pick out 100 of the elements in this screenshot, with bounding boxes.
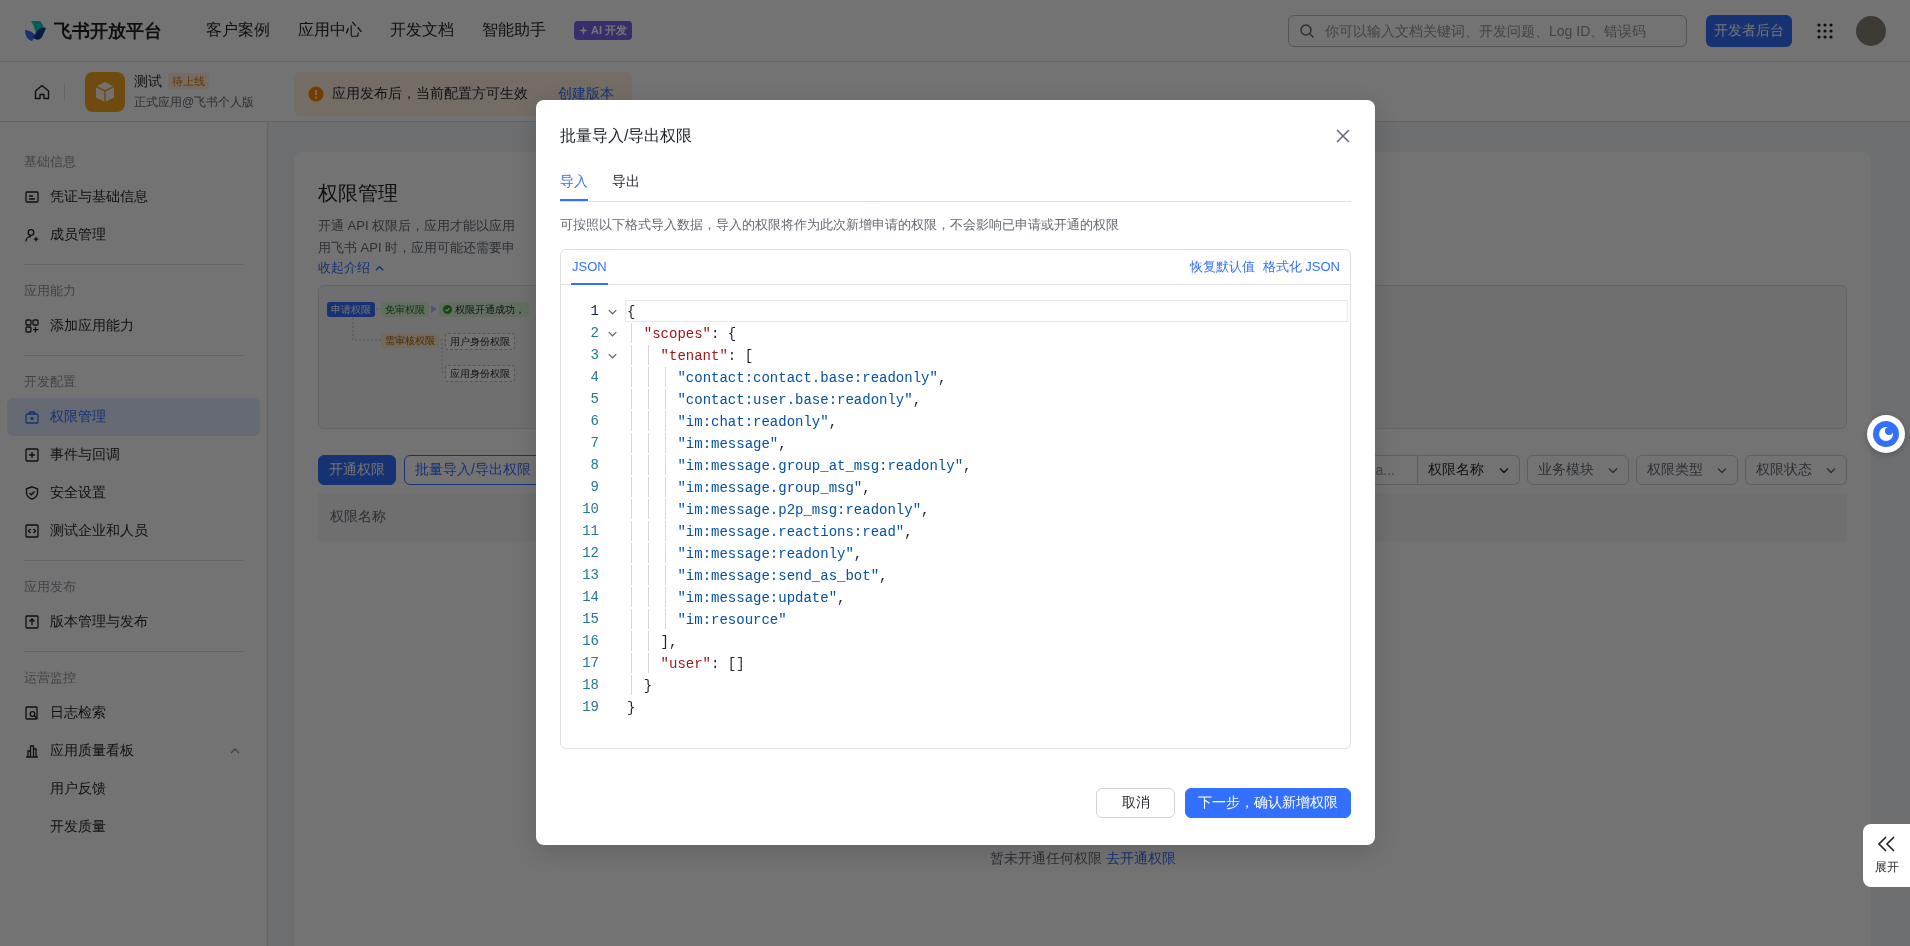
expand-panel-button[interactable]: 展开 [1863,824,1910,887]
code-line: "contact:user.base:readonly", [625,388,1348,410]
upload-icon [24,614,40,630]
log-search-icon [24,705,40,721]
code-editor[interactable] [560,249,1351,749]
sidebar-item[interactable]: 权限管理 [7,398,260,436]
connector-line [352,317,382,341]
apps-grid-icon[interactable] [1816,21,1834,40]
plus-square-icon [24,447,40,463]
filter-dropdown[interactable]: 权限名称 [1418,455,1520,485]
tab[interactable]: 导入 [560,164,588,201]
intro-text: 用飞书 API 时，应用可能还需要申 [318,239,516,257]
sidebar-item[interactable]: 事件与回调 [7,436,260,474]
line-number: 7 [589,434,599,453]
assistant-button[interactable] [1867,415,1905,453]
nav-link[interactable]: 客户案例 [206,20,270,41]
line-number: 16 [581,632,599,651]
line-number: 18 [581,676,599,695]
line-number: 6 [589,412,599,431]
app-name: 测试 [134,72,162,91]
code-line: "user": [] [625,652,1348,674]
grid-add-icon [24,318,40,334]
filter-dropdown[interactable]: 权限状态 [1745,455,1847,485]
code-line: "im:message:send_as_bot", [625,564,1348,586]
avatar[interactable] [1856,15,1886,46]
code-line: "im:resource" [625,608,1348,630]
restore-default-link[interactable]: 恢复默认值 [1189,258,1255,276]
bar-chart-icon [24,743,40,759]
code-line: "contact:contact.base:readonly", [625,366,1348,388]
line-number: 10 [581,500,599,519]
double-chevron-left-icon [1876,835,1897,853]
code-line: "im:message.reactions:read", [625,520,1348,542]
line-number: 17 [581,654,599,673]
code-line: "im:message", [625,432,1348,454]
sidebar-item[interactable]: 开发质量 [7,808,260,846]
sidebar-item[interactable]: 成员管理 [7,216,260,254]
line-number: 9 [589,478,599,497]
cancel-button[interactable]: 取消 [1096,788,1175,818]
auto-node: 免审权限 [381,302,429,317]
home-icon[interactable] [33,82,51,101]
code-line: "im:message.p2p_msg:readonly", [625,498,1348,520]
sidebar-item[interactable]: 应用质量看板 [7,732,260,770]
line-number: 11 [581,522,599,541]
dialog-title: 批量导入/导出权限 [560,125,693,146]
create-version-link[interactable]: 创建版本 [558,85,615,103]
briefcase-icon [24,409,40,425]
search-icon [1299,22,1315,39]
review-node: 需审核权限 [381,333,439,348]
line-number: 5 [589,390,599,409]
user-scope-node: 用户身份权限 [445,333,515,350]
code-line: "im:chat:readonly", [625,410,1348,432]
assistant-icon [1872,420,1900,448]
code-line: "im:message:update", [625,586,1348,608]
line-number: 12 [581,544,599,563]
check-circle-icon [443,305,452,314]
nav-link[interactable]: 开发文档 [390,20,454,41]
nav-link[interactable]: 智能助手 [482,20,546,41]
badge-text: AI 开发 [591,23,628,38]
notice-text: 应用发布后，当前配置方可生效 [332,85,529,103]
box-icon [93,79,117,104]
brand-name: 飞书开放平台 [54,19,162,43]
code-line: } [625,674,1348,696]
tenant-scope-node: 应用身份权限 [445,365,515,382]
success-node: 权限开通成功， [439,302,529,317]
sidebar-item[interactable]: 日志检索 [7,694,260,732]
sparkle-icon [579,26,588,35]
page-title: 权限管理 [318,181,398,206]
app-type: 正式应用@飞书个人版 [134,93,255,111]
sidebar-item[interactable]: 用户反馈 [7,770,260,808]
sidebar-item[interactable]: 测试企业和人员 [7,512,260,550]
request-node: 申请权限 [327,302,375,317]
format-tab[interactable]: JSON [571,250,608,285]
sidebar-item[interactable]: 版本管理与发布 [7,603,260,641]
filter-dropdown[interactable]: 业务模块 [1527,455,1629,485]
sidebar-item[interactable]: 凭证与基础信息 [7,178,260,216]
format-json-link[interactable]: 格式化 JSON [1262,258,1340,276]
warning-icon [308,86,325,102]
column-header: 权限名称 [330,508,386,526]
code-line: "tenant": [ [625,344,1348,366]
filter-dropdown[interactable]: 权限类型 [1636,455,1738,485]
code-line: "scopes": { [625,322,1348,344]
sidebar-item[interactable]: 安全设置 [7,474,260,512]
code-line: ], [625,630,1348,652]
enable-permission-link[interactable]: 去开通权限 [1105,850,1176,868]
line-number: 8 [589,456,599,475]
intro-text: 开通 API 权限后，应用才能以应用 [318,217,516,235]
card-icon [24,189,40,205]
nav-link[interactable]: 应用中心 [298,20,362,41]
next-step-button[interactable]: 下一步，确认新增权限 [1185,788,1351,818]
close-icon[interactable] [1335,128,1351,144]
status-tag: 待上线 [168,73,209,90]
arrow-icon [431,305,437,313]
logo-icon [22,19,48,42]
sidebar-item[interactable]: 添加应用能力 [7,307,260,345]
collapse-intro-link[interactable]: 收起介绍 [318,259,385,277]
line-number: 13 [581,566,599,585]
console-button[interactable]: 开发者后台 [1706,14,1792,47]
tab[interactable]: 导出 [612,164,640,201]
enable-permission-button[interactable]: 开通权限 [318,455,396,485]
code-line: "im:message.group_at_msg:readonly", [625,454,1348,476]
